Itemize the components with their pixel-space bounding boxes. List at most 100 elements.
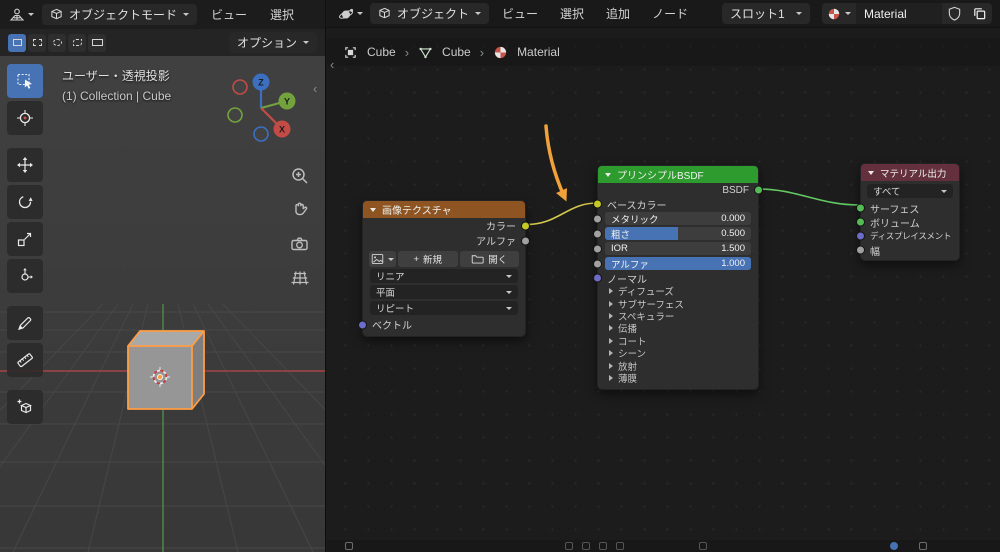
shader-editor[interactable]: オブジェクト ビュー 選択 追加 ノード スロット1 Material Cube… xyxy=(327,0,1000,552)
editor-type-button[interactable] xyxy=(6,5,37,25)
cube-object[interactable] xyxy=(127,330,205,410)
editor-type-button-shader[interactable] xyxy=(335,4,366,24)
displacement-input-socket[interactable] xyxy=(856,231,865,241)
output-target-select[interactable]: すべて xyxy=(867,184,953,198)
select-mode-extra-button[interactable] xyxy=(88,33,106,52)
color-output-socket[interactable] xyxy=(521,221,530,230)
tool-transform[interactable] xyxy=(7,259,43,293)
ior-input-socket[interactable] xyxy=(593,244,602,253)
link-color-to-basecolor[interactable] xyxy=(525,202,598,226)
link-bsdf-to-surface[interactable] xyxy=(758,188,861,206)
alpha-input-socket[interactable] xyxy=(593,259,602,268)
material-slot-dropdown[interactable]: スロット1 xyxy=(722,3,810,24)
roughness-input-socket[interactable] xyxy=(593,229,602,238)
statusbar-icon[interactable] xyxy=(699,542,707,550)
viewport-menu-view[interactable]: ビュー xyxy=(202,4,256,25)
shader-menu-node[interactable]: ノード xyxy=(643,3,697,24)
tool-cursor[interactable] xyxy=(7,101,43,135)
sidebar-collapse-icon[interactable]: ‹ xyxy=(313,82,317,95)
tool-scale[interactable] xyxy=(7,222,43,256)
statusbar-icon[interactable] xyxy=(599,542,607,550)
gizmo-neg-y-ball[interactable] xyxy=(227,107,243,123)
principled-header[interactable]: プリンシプルBSDF xyxy=(598,166,758,183)
gizmo-neg-x-ball[interactable] xyxy=(232,79,248,95)
panel-collapse-icon[interactable]: ‹ xyxy=(330,58,334,71)
statusbar-icon[interactable] xyxy=(616,542,624,550)
panel-diffuse[interactable]: ディフューズ xyxy=(598,285,758,298)
panel-transmission[interactable]: 伝播 xyxy=(598,322,758,335)
collapse-node-icon[interactable] xyxy=(370,207,376,212)
tool-select-box[interactable] xyxy=(7,64,43,98)
statusbar-icon[interactable] xyxy=(890,542,898,550)
roughness-slider[interactable]: 粗さ 0.500 xyxy=(605,227,751,240)
metallic-input-socket[interactable] xyxy=(593,214,602,223)
select-mode-lasso-button[interactable] xyxy=(68,33,86,52)
image-browse-button[interactable] xyxy=(369,251,396,267)
tool-move[interactable] xyxy=(7,148,43,182)
viewport-menu-select[interactable]: 選択 xyxy=(261,4,303,25)
normal-input-socket[interactable] xyxy=(593,273,602,283)
volume-input-socket[interactable] xyxy=(856,217,865,227)
breadcrumb-mesh[interactable]: Cube xyxy=(442,45,471,59)
statusbar-icon[interactable] xyxy=(919,542,927,550)
material-output-header[interactable]: マテリアル出力 xyxy=(861,164,959,181)
collapse-node-icon[interactable] xyxy=(605,172,611,177)
panel-thin-film[interactable]: 薄膜 xyxy=(598,372,758,385)
panel-coat[interactable]: コート xyxy=(598,335,758,348)
viewport-3d[interactable]: オブジェクトモード ビュー 選択 オプション ユーザー・透視投影 (1) Col… xyxy=(0,0,326,552)
select-mode-tweak-button[interactable] xyxy=(8,33,26,52)
pan-view-button[interactable] xyxy=(287,197,313,223)
gizmo-neg-z-ball[interactable] xyxy=(253,126,269,142)
panel-emission[interactable]: 放射 xyxy=(598,359,758,373)
object-icon xyxy=(379,7,390,19)
panel-subsurface[interactable]: サブサーフェス xyxy=(598,297,758,311)
shader-menu-view[interactable]: ビュー xyxy=(493,3,547,24)
projection-select[interactable]: 平面 xyxy=(370,285,518,299)
select-mode-circle-button[interactable] xyxy=(48,33,66,52)
material-name-field[interactable]: Material xyxy=(856,3,942,24)
mode-dropdown[interactable]: オブジェクトモード xyxy=(42,4,198,25)
image-texture-header[interactable]: 画像テクスチャ xyxy=(363,201,525,218)
vector-input-socket[interactable] xyxy=(358,320,367,329)
fake-user-button[interactable] xyxy=(942,3,967,24)
statusbar-icon[interactable] xyxy=(345,542,353,550)
base-color-input-socket[interactable] xyxy=(593,199,602,209)
metallic-slider[interactable]: メタリック 0.000 xyxy=(605,212,751,225)
camera-view-button[interactable] xyxy=(287,231,313,257)
shader-menu-select[interactable]: 選択 xyxy=(551,3,593,24)
bsdf-output-socket[interactable] xyxy=(754,185,763,195)
breadcrumb-object[interactable]: Cube xyxy=(367,45,396,59)
collapse-node-icon[interactable] xyxy=(868,170,874,175)
zoom-button[interactable] xyxy=(287,163,313,189)
statusbar-icon[interactable] xyxy=(565,542,573,550)
select-mode-box-button[interactable] xyxy=(28,33,46,52)
thickness-input-socket[interactable] xyxy=(856,245,865,255)
panel-specular[interactable]: スペキュラー xyxy=(598,310,758,323)
shader-menu-add[interactable]: 追加 xyxy=(597,3,639,24)
material-browse-button[interactable] xyxy=(822,3,856,24)
duplicate-material-button[interactable] xyxy=(967,3,992,24)
tool-annotate[interactable] xyxy=(7,306,43,340)
breadcrumb-material[interactable]: Material xyxy=(517,45,560,59)
ior-slider[interactable]: IOR 1.500 xyxy=(605,242,751,255)
panel-sheen[interactable]: シーン xyxy=(598,347,758,360)
image-open-button[interactable]: 開く xyxy=(459,251,519,267)
tool-measure[interactable] xyxy=(7,343,43,377)
shader-type-dropdown[interactable]: オブジェクト xyxy=(370,3,490,24)
tool-rotate[interactable] xyxy=(7,185,43,219)
surface-label: サーフェス xyxy=(870,204,920,216)
surface-input-socket[interactable] xyxy=(856,203,865,213)
options-dropdown[interactable]: オプション xyxy=(228,32,317,53)
image-new-button[interactable]: + 新規 xyxy=(398,251,458,267)
projection-toggle-button[interactable] xyxy=(287,265,313,291)
tool-add-cube[interactable] xyxy=(7,390,43,424)
extension-select[interactable]: リピート xyxy=(370,301,518,315)
node-material-output[interactable]: マテリアル出力 すべて サーフェス ボリューム ディスプレイスメント 幅 xyxy=(856,163,960,261)
node-image-texture[interactable]: 画像テクスチャ カラー アルファ + 新規 開く リニア 平面 リピート ベクト… xyxy=(358,200,530,337)
statusbar-icon[interactable] xyxy=(582,542,590,550)
alpha-slider[interactable]: アルファ 1.000 xyxy=(605,257,751,270)
navigation-gizmo[interactable]: Z Y X xyxy=(221,66,305,150)
node-principled-bsdf[interactable]: プリンシプルBSDF BSDF ベースカラー メタリック 0.000 粗さ 0.… xyxy=(593,165,763,391)
alpha-output-socket[interactable] xyxy=(521,236,530,245)
interpolation-select[interactable]: リニア xyxy=(370,269,518,283)
